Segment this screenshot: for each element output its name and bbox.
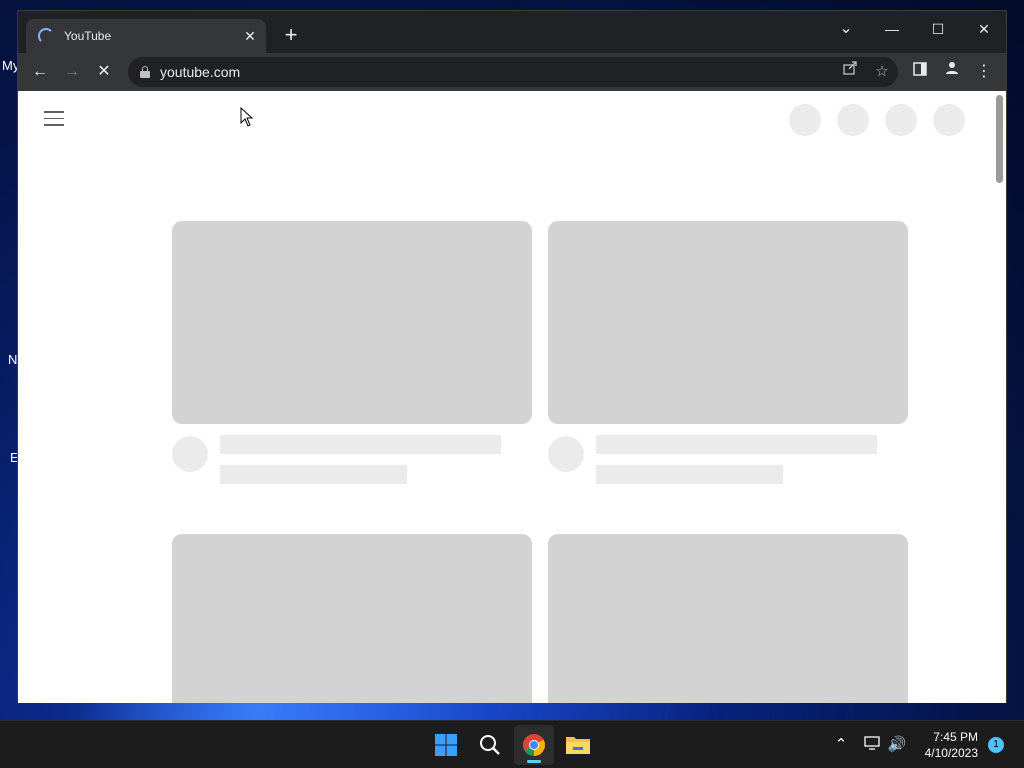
clock-time: 7:45 PM — [933, 730, 978, 744]
share-icon[interactable] — [834, 57, 866, 87]
tab-title: YouTube — [64, 29, 112, 43]
header-placeholder — [789, 104, 821, 136]
title-line-placeholder — [596, 435, 877, 454]
browser-toolbar: ← → ✕ youtube.com ☆ ⋮ — [18, 53, 1006, 91]
close-window-button[interactable]: ✕ — [961, 15, 1007, 43]
tab-search-button[interactable]: ⌄ — [823, 15, 869, 43]
back-button[interactable]: ← — [26, 59, 54, 85]
minimize-button[interactable]: — — [869, 15, 915, 43]
lock-icon[interactable] — [140, 66, 150, 78]
header-placeholder — [933, 104, 965, 136]
video-thumbnail-placeholder — [172, 534, 532, 703]
channel-avatar-placeholder — [172, 436, 208, 472]
url-text[interactable]: youtube.com — [160, 64, 834, 80]
folder-icon — [566, 737, 590, 754]
title-line-placeholder — [220, 435, 501, 454]
menu-icon[interactable]: ⋮ — [970, 59, 998, 85]
profile-icon[interactable] — [938, 59, 966, 85]
clock-date: 4/10/2023 — [924, 746, 978, 760]
tab-close-icon[interactable]: ✕ — [240, 28, 260, 45]
channel-avatar-placeholder — [548, 436, 584, 472]
tab-youtube[interactable]: YouTube ✕ — [26, 19, 266, 53]
system-clock[interactable]: 7:45 PM 4/10/2023 — [925, 729, 978, 761]
bookmark-star-icon[interactable]: ☆ — [866, 57, 898, 87]
search-icon — [480, 735, 500, 755]
tab-strip: YouTube ✕ + ⌄ — ☐ ✕ — [18, 11, 1006, 53]
video-thumbnail-placeholder — [172, 221, 532, 424]
show-hidden-icons-chevron-icon[interactable]: ⌃ — [830, 735, 852, 753]
chrome-icon — [523, 734, 545, 756]
notification-badge[interactable]: 1 — [988, 737, 1004, 753]
file-explorer-app[interactable] — [558, 725, 598, 765]
forward-button[interactable]: → — [58, 59, 86, 85]
side-panel-icon[interactable] — [906, 59, 934, 85]
header-placeholder — [837, 104, 869, 136]
chrome-app[interactable] — [514, 725, 554, 765]
chrome-window: YouTube ✕ + ⌄ — ☐ ✕ ← → ✕ youtube.com ☆ … — [17, 10, 1007, 703]
volume-icon[interactable]: 🔊 — [886, 735, 908, 753]
page-scrollbar[interactable] — [992, 91, 1006, 703]
video-thumbnail-placeholder — [548, 221, 908, 424]
active-app-indicator — [527, 760, 541, 763]
start-button[interactable] — [426, 725, 466, 765]
scrollbar-thumb[interactable] — [996, 95, 1003, 183]
search-button[interactable] — [470, 725, 510, 765]
new-tab-button[interactable]: + — [278, 23, 304, 49]
loading-spinner-icon — [38, 28, 54, 44]
mouse-cursor-icon — [240, 107, 254, 127]
desktop-icon-label[interactable]: N — [8, 352, 17, 367]
header-placeholder — [885, 104, 917, 136]
stop-loading-button[interactable]: ✕ — [90, 59, 118, 85]
video-thumbnail-placeholder — [548, 534, 908, 703]
hamburger-menu-icon[interactable] — [44, 111, 64, 127]
meta-line-placeholder — [596, 465, 783, 484]
maximize-button[interactable]: ☐ — [915, 15, 961, 43]
network-icon[interactable] — [862, 735, 884, 755]
youtube-page — [18, 91, 1006, 703]
windows-logo-icon — [435, 734, 457, 756]
address-bar[interactable]: youtube.com ☆ — [128, 57, 898, 87]
taskbar: ⌃ 🔊 7:45 PM 4/10/2023 1 — [0, 720, 1024, 768]
meta-line-placeholder — [220, 465, 407, 484]
